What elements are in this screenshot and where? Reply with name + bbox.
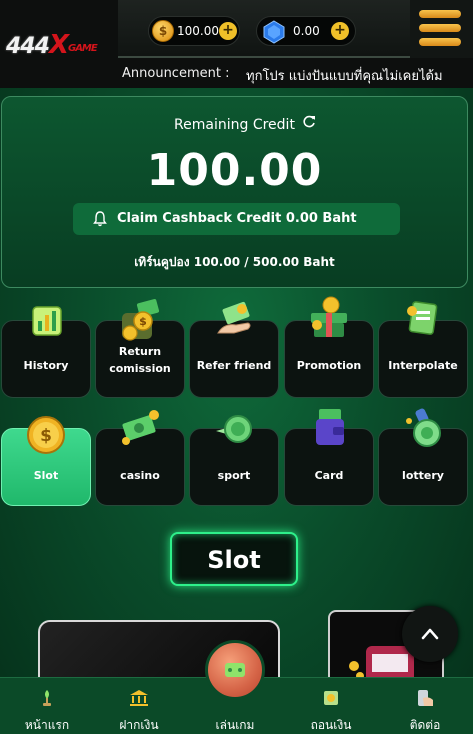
tile-promotion[interactable]: Promotion [284, 296, 374, 398]
cashback-label: Claim Cashback Credit 0.00 Baht [117, 211, 357, 226]
tile-interpolate[interactable]: Interpolate [378, 301, 468, 398]
tile-label: Refer friend [196, 359, 272, 372]
section-title: Slot [207, 546, 261, 574]
tile-label: Interpolate [388, 359, 458, 372]
tile-card[interactable]: Card [284, 409, 374, 506]
scroll-to-top-button[interactable] [402, 606, 458, 662]
tile-label: sport [217, 469, 251, 482]
home-icon [43, 690, 51, 706]
bank-icon [130, 690, 148, 706]
gem-pill[interactable]: 0.00 + [256, 16, 356, 46]
credit-card: Remaining Credit 100.00 Claim Cashback C… [1, 96, 468, 288]
nav-label: หน้าแรก [24, 718, 70, 732]
svg-text:$: $ [40, 426, 52, 446]
clipboard-icon [407, 301, 438, 335]
credit-amount: 100.00 [146, 145, 323, 196]
tile-label: History [23, 359, 69, 372]
game-icon [225, 663, 245, 677]
nav-label: ติดต่อ [409, 718, 441, 732]
stamp-icon [406, 408, 441, 447]
tile-label: Return comission [109, 345, 171, 375]
coupon-turnover: เทิร์นคูปอง 100.00 / 500.00 Baht [134, 255, 335, 269]
withdraw-icon [324, 691, 338, 705]
hamburger-menu-icon[interactable] [410, 0, 473, 58]
add-credit-button[interactable]: + [219, 22, 237, 40]
tile-slot[interactable]: $ Slot [1, 416, 91, 506]
tile-lottery[interactable]: lottery [378, 408, 468, 506]
wallet-icon [316, 409, 344, 445]
hand-money-icon [217, 301, 251, 334]
tile-label: Slot [33, 469, 59, 482]
tile-label: Promotion [296, 359, 362, 372]
bell-icon [93, 211, 107, 227]
nav-label: ฝากเงิน [119, 718, 159, 732]
tile-label: lottery [402, 469, 444, 482]
tile-label: casino [120, 469, 160, 482]
claim-cashback-button[interactable]: Claim Cashback Credit 0.00 Baht [73, 203, 400, 235]
contact-icon [418, 690, 433, 706]
logo-number: 444 [6, 34, 50, 59]
remaining-credit-title: Remaining Credit [174, 117, 295, 133]
header: 444XGAME $ 100.00 + 0.00 + Announcement … [0, 0, 473, 88]
logo-game: GAME [67, 43, 98, 54]
flying-coin-icon [216, 415, 252, 443]
announcement-text: ทุกโปร แบ่งปันแบบที่คุณไม่เคยได้ม [246, 69, 443, 84]
nav-item-home[interactable]: หน้าแรก [0, 678, 94, 734]
svg-text:$: $ [139, 315, 147, 328]
announcement-label: Announcement : [122, 66, 230, 81]
gem-icon [263, 20, 285, 44]
section-slot-heading[interactable]: Slot [170, 532, 298, 586]
coin-icon: $ [152, 20, 174, 42]
add-gem-button[interactable]: + [331, 22, 349, 40]
tile-return-comission[interactable]: $ Return comission [95, 299, 185, 398]
play-game-button[interactable] [205, 640, 265, 700]
tile-refer-friend[interactable]: Refer friend [189, 301, 279, 398]
nav-item-contact[interactable]: ติดต่อ [378, 678, 472, 734]
chart-icon [32, 306, 62, 336]
credit-pill[interactable]: $ 100.00 + [148, 16, 240, 46]
nav-item-withdraw[interactable]: ถอนเงิน [284, 678, 378, 734]
tile-history[interactable]: History [1, 306, 91, 398]
money-box-icon: $ [122, 299, 160, 341]
brand-logo[interactable]: 444XGAME [6, 30, 98, 60]
logo-x: X [48, 30, 69, 60]
chevron-up-icon [421, 628, 439, 640]
refresh-icon[interactable] [302, 115, 316, 129]
gift-icon [311, 296, 347, 337]
tile-label: Card [314, 469, 344, 482]
tile-casino[interactable]: casino [95, 410, 185, 506]
nav-label: เล่นเกม [215, 718, 255, 732]
credit-balance: 100.00 [177, 24, 219, 38]
nav-item-deposit[interactable]: ฝากเงิน [92, 678, 186, 734]
coin-icon: $ [27, 416, 65, 454]
nav-label: ถอนเงิน [310, 718, 352, 732]
cash-icon [122, 410, 159, 445]
gem-balance: 0.00 [293, 24, 320, 38]
tile-sport[interactable]: sport [189, 415, 279, 506]
balance-panel: $ 100.00 + 0.00 + [118, 0, 410, 58]
announcement-bar: Announcement : ทุกโปร แบ่งปันแบบที่คุณไม… [118, 62, 473, 86]
